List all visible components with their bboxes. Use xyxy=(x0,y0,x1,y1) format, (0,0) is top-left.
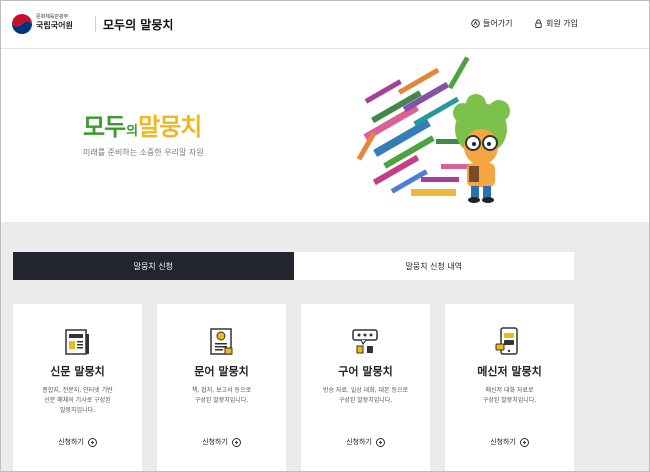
card-desc-line: 방송 자료, 일상 대화, 대본 등으로 xyxy=(322,387,409,394)
hero-subtitle: 미래를 준비하는 소중한 우리말 자원 xyxy=(83,148,204,157)
org-branding[interactable]: 문화체육관광부 국립국어원 xyxy=(36,14,73,31)
apply-button[interactable]: 신청하기 xyxy=(445,437,574,447)
hero-title: 모두의말뭉치 xyxy=(83,107,202,142)
card-description: 메신저 대화 자료로 구성된 말뭉치입니다. xyxy=(453,386,566,406)
messenger-icon xyxy=(495,327,518,355)
main-content: 말뭉치 신청 말뭉치 신청 내역 신문 말뭉치 종합지, 전문지, 인터넷 기반… xyxy=(1,222,649,471)
card-desc-line: 신문 매체의 기사로 구성된 xyxy=(44,397,111,404)
plus-circle-icon xyxy=(231,437,241,447)
apply-button[interactable]: 신청하기 xyxy=(301,437,430,447)
card-title: 문어 말뭉치 xyxy=(194,365,249,378)
card-title: 신문 말뭉치 xyxy=(50,365,105,378)
card-desc-line: 구성된 말뭉치입니다. xyxy=(194,397,249,404)
institute-name: 국립국어원 xyxy=(36,21,73,30)
written-corpus-card: 문어 말뭉치 책, 잡지, 보고서 등으로 구성된 말뭉치입니다. 신청하기 xyxy=(157,304,286,471)
card-desc-line: 구성된 말뭉치입니다. xyxy=(338,397,393,404)
newspaper-icon xyxy=(65,329,89,355)
government-emblem-icon xyxy=(12,14,32,34)
plus-circle-icon xyxy=(519,437,529,447)
corpus-tabs: 말뭉치 신청 말뭉치 신청 내역 xyxy=(13,252,574,280)
card-desc-line: 구성된 말뭉치입니다. xyxy=(482,397,537,404)
plus-circle-icon xyxy=(375,437,385,447)
apply-label: 신청하기 xyxy=(202,438,228,446)
tab-request-history[interactable]: 말뭉치 신청 내역 xyxy=(293,252,574,280)
apply-button[interactable]: 신청하기 xyxy=(157,437,286,447)
card-desc-line: 종합지, 전문지, 인터넷 기반 xyxy=(42,387,113,394)
messenger-corpus-card: 메신저 말뭉치 메신저 대화 자료로 구성된 말뭉치입니다. 신청하기 xyxy=(445,304,574,471)
card-description: 방송 자료, 일상 대화, 대본 등으로 구성된 말뭉치입니다. xyxy=(309,386,422,406)
card-description: 종합지, 전문지, 인터넷 기반 신문 매체의 기사로 구성된 말뭉치입니다. xyxy=(21,386,134,416)
tab-corpus-request[interactable]: 말뭉치 신청 xyxy=(13,252,294,280)
newspaper-corpus-card: 신문 말뭉치 종합지, 전문지, 인터넷 기반 신문 매체의 기사로 구성된 말… xyxy=(13,304,142,471)
header-divider xyxy=(95,16,96,32)
card-desc-line: 책, 잡지, 보고서 등으로 xyxy=(191,387,252,394)
document-icon xyxy=(210,328,233,355)
site-title[interactable]: 모두의 말뭉치 xyxy=(103,16,173,33)
signup-link[interactable]: 회원 가입 xyxy=(534,18,578,29)
hero-title-part1: 모두 xyxy=(83,113,126,141)
lock-icon xyxy=(535,19,542,28)
hero-title-part3: 말뭉치 xyxy=(138,113,202,141)
apply-label: 신청하기 xyxy=(490,438,516,446)
ministry-name: 문화체육관광부 xyxy=(36,14,69,20)
card-title: 구어 말뭉치 xyxy=(338,365,393,378)
card-desc-line: 말뭉치입니다. xyxy=(59,407,96,414)
word-cloud-mascot-illustration xyxy=(355,56,510,203)
plus-circle-icon xyxy=(87,437,97,447)
card-title: 메신저 말뭉치 xyxy=(477,365,542,378)
apply-button[interactable]: 신청하기 xyxy=(13,437,142,447)
apply-label: 신청하기 xyxy=(346,438,372,446)
signup-label: 회원 가입 xyxy=(546,19,578,28)
card-description: 책, 잡지, 보고서 등으로 구성된 말뭉치입니다. xyxy=(165,386,278,406)
apply-label: 신청하기 xyxy=(58,438,84,446)
card-desc-line: 메신저 대화 자료로 xyxy=(485,387,534,394)
page: 문화체육관광부 국립국어원 모두의 말뭉치 들어가기 회원 가입 모두의말뭉치 … xyxy=(0,0,650,472)
login-label: 들어가기 xyxy=(483,19,513,28)
site-header: 문화체육관광부 국립국어원 모두의 말뭉치 들어가기 회원 가입 xyxy=(1,1,649,49)
spoken-corpus-card: 구어 말뭉치 방송 자료, 일상 대화, 대본 등으로 구성된 말뭉치입니다. … xyxy=(301,304,430,471)
hero-title-part2: 의 xyxy=(126,124,138,139)
speech-icon xyxy=(352,329,378,354)
login-icon xyxy=(471,19,480,28)
login-link[interactable]: 들어가기 xyxy=(471,18,512,29)
hero-banner: 모두의말뭉치 미래를 준비하는 소중한 우리말 자원 xyxy=(1,49,649,221)
